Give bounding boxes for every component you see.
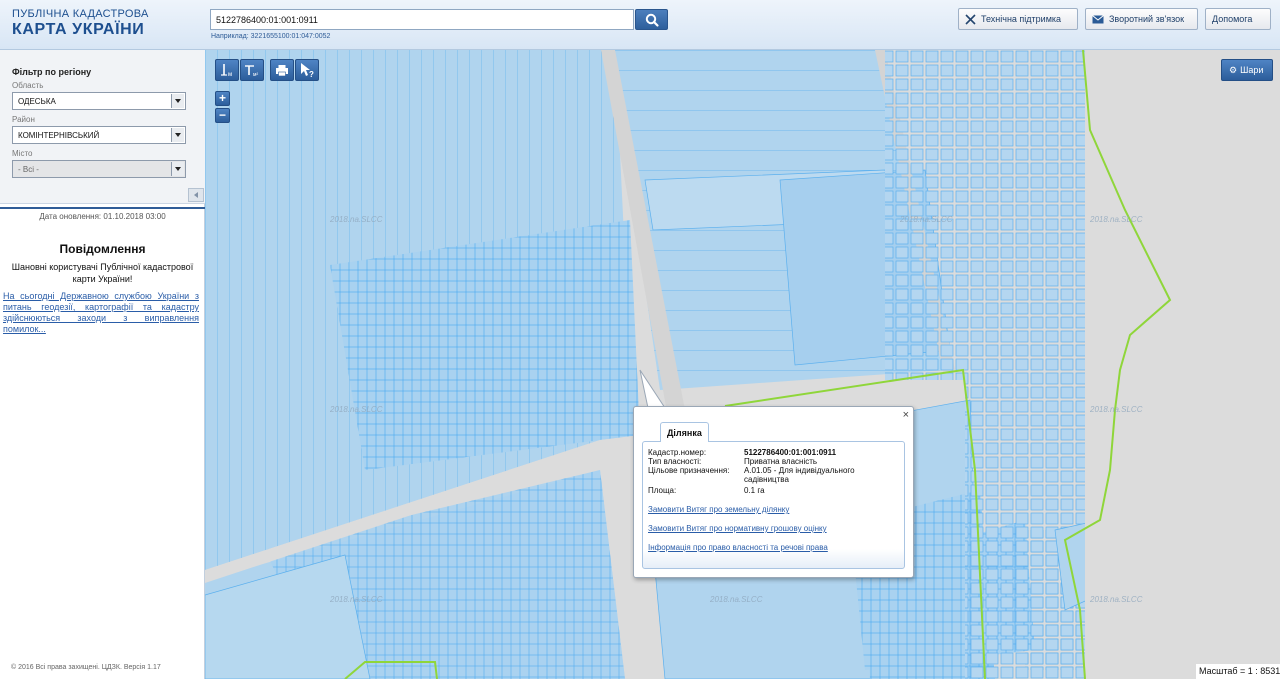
region-select[interactable]: ОДЕСЬКА [12, 92, 186, 110]
map-view[interactable]: 2018.na.SLCC 2018.na.SLCC 2018.na.SLCC 2… [205, 50, 1280, 679]
city-label: Місто [12, 149, 33, 158]
identify-button[interactable]: ? [295, 59, 319, 81]
watermark: 2018.na.SLCC [710, 595, 763, 604]
notice-text: Шановні користувачі Публічної кадастрово… [11, 262, 194, 284]
field-key: Площа: [648, 486, 677, 495]
ownership-info-link[interactable]: Інформація про право власності та речові… [648, 543, 828, 552]
copyright: © 2016 Всі права захищені. ЦДЗК. Версія … [11, 664, 161, 671]
watermark: 2018.na.SLCC [1090, 215, 1143, 224]
svg-text:м: м [228, 72, 232, 78]
field-value: А.01.05 - Для індивідуального садівництв… [744, 466, 855, 484]
support-button[interactable]: Технічна підтримка [958, 8, 1078, 30]
layers-button[interactable]: ⚙ Шари [1221, 59, 1273, 81]
search-button[interactable] [635, 9, 668, 30]
support-label: Технічна підтримка [981, 14, 1062, 24]
zoom-out-button[interactable]: − [215, 108, 230, 123]
gear-icon: ⚙ [1229, 65, 1238, 75]
envelope-icon [1092, 15, 1104, 24]
feedback-button[interactable]: Зворотний зв'язок [1085, 8, 1198, 30]
help-label: Допомога [1212, 14, 1253, 24]
watermark: 2018.na.SLCC [330, 405, 383, 414]
notice-title: Повідомлення [59, 242, 146, 256]
logo-line-2: Карта України [12, 21, 145, 38]
help-button[interactable]: Допомога [1205, 8, 1271, 30]
tab-parcel[interactable]: Ділянка [660, 422, 709, 442]
print-button[interactable] [270, 59, 294, 81]
watermark: 2018.na.SLCC [330, 215, 383, 224]
ruler-icon: м [221, 64, 232, 78]
close-icon[interactable]: × [903, 409, 909, 421]
measure-distance-button[interactable]: м [215, 59, 239, 81]
filter-title: Фільтр по регіону [12, 67, 92, 77]
field-key: Кадастр.номер: [648, 448, 707, 457]
field-value: 5122786400:01:001:0911 [744, 448, 837, 457]
watermark: 2018.na.SLCC [1090, 595, 1143, 604]
popup-pointer [639, 369, 666, 410]
zoom-in-button[interactable]: + [215, 91, 230, 106]
chevron-down-icon [171, 128, 184, 142]
map-scale: Масштаб = 1 : 8531 [1196, 664, 1280, 679]
field-key: Тип власності: [648, 457, 702, 466]
layers-label: Шари [1240, 65, 1264, 75]
svg-text:м²: м² [253, 72, 258, 78]
collapse-sidebar-button[interactable] [188, 188, 204, 202]
pointer-question-icon: ? [301, 63, 314, 79]
popup-body: Кадастр.номер: 5122786400:01:001:0911 Ти… [642, 441, 905, 569]
watermark: 2018.na.SLCC [1090, 405, 1143, 414]
district-label: Район [12, 115, 35, 124]
watermark: 2018.na.SLCC [900, 215, 953, 224]
parcel-info-popup: × Ділянка Кадастр.номер: 5122786400:01:0… [633, 406, 914, 578]
district-value: КОМІНТЕРНІВСЬКИЙ [18, 131, 100, 140]
measure-area-button[interactable]: м² [240, 59, 264, 81]
sidebar: Фільтр по регіону Область ОДЕСЬКА Район … [0, 50, 205, 679]
district-select[interactable]: КОМІНТЕРНІВСЬКИЙ [12, 126, 186, 144]
printer-icon [276, 65, 288, 77]
search-icon [645, 13, 659, 27]
chevron-down-icon [171, 162, 184, 176]
cadastral-map[interactable] [205, 50, 1280, 679]
update-date: Дата оновлення: 01.10.2018 03:00 [0, 207, 205, 221]
tools-icon [965, 14, 976, 25]
field-key: Цільове призначення: [648, 466, 730, 475]
order-valuation-extract-link[interactable]: Замовити Витяг про нормативну грошову оц… [648, 524, 827, 533]
region-filter: Фільтр по регіону Область ОДЕСЬКА Район … [0, 50, 205, 204]
notice-link[interactable]: На сьогодні Державною службою України з … [3, 291, 199, 335]
field-value: Приватна власність [744, 457, 818, 466]
search-hint: Наприклад: 3221655100:01:047:0052 [211, 33, 331, 40]
logo-line-1: Публічна кадастрова [12, 8, 149, 20]
order-land-extract-link[interactable]: Замовити Витяг про земельну ділянку [648, 505, 789, 514]
svg-text:?: ? [309, 70, 314, 79]
chevron-down-icon [171, 94, 184, 108]
field-value: 0.1 га [744, 486, 765, 495]
city-value: - Всі - [18, 165, 39, 174]
feedback-label: Зворотний зв'язок [1109, 14, 1185, 24]
city-select[interactable]: - Всі - [12, 160, 186, 178]
cadastral-search-input[interactable] [210, 9, 634, 30]
region-label: Область [12, 81, 44, 90]
area-icon: м² [245, 65, 258, 78]
watermark: 2018.na.SLCC [330, 595, 383, 604]
region-value: ОДЕСЬКА [18, 97, 56, 106]
site-logo[interactable]: Публічна кадастрова Карта України [12, 9, 149, 38]
header: Публічна кадастрова Карта України Наприк… [0, 0, 1280, 50]
